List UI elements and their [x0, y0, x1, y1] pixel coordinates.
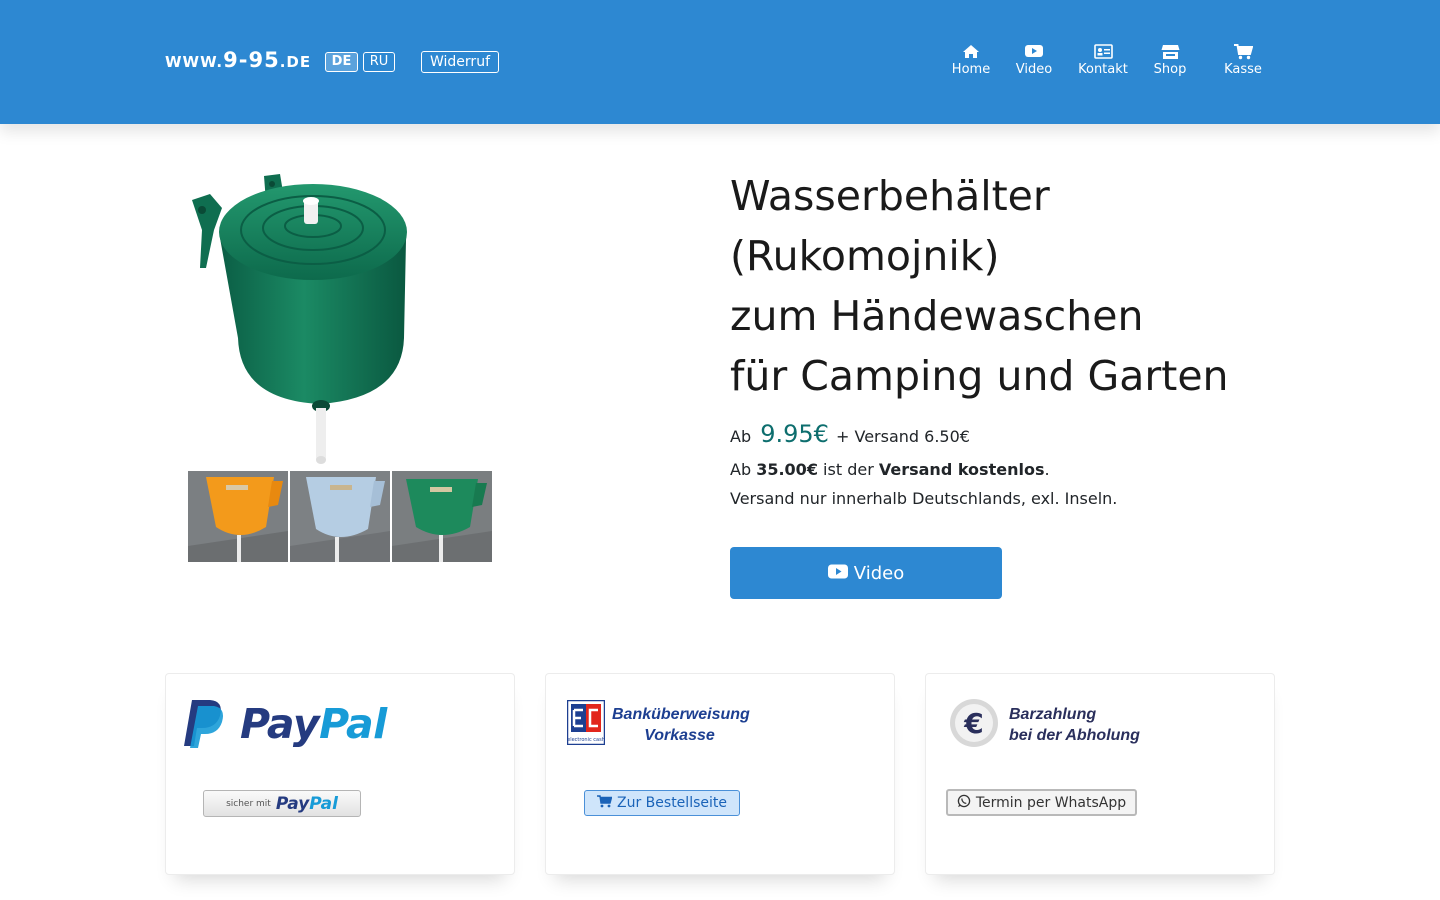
bank-transfer-title: Banküberweisung Vorkasse: [612, 704, 750, 746]
title-line-3: zum Händewaschen: [730, 292, 1144, 340]
nav-home[interactable]: Home: [936, 44, 1006, 77]
nav-kontakt-label: Kontakt: [1078, 62, 1128, 77]
whatsapp-icon: [957, 794, 971, 812]
cash-title-line-1: Barzahlung: [1009, 706, 1097, 723]
free-shipping-end: .: [1044, 460, 1050, 479]
free-shipping-highlight: Versand kostenlos: [878, 460, 1045, 479]
cart-icon: [1208, 44, 1278, 61]
nav-video[interactable]: Video: [999, 44, 1069, 77]
price-line: Ab 9.95€ + Versand 6.50€: [730, 420, 970, 448]
store-icon: [1135, 44, 1205, 61]
product-thumbnail-green[interactable]: [392, 471, 492, 562]
price-value: 9.95€: [760, 420, 829, 448]
top-header: www.9-95.de DE RU Widerruf Home Video Ko…: [0, 0, 1440, 124]
product-main-image[interactable]: [180, 168, 420, 470]
language-de-button[interactable]: DE: [325, 52, 358, 72]
logo-prefix: www.: [165, 53, 224, 71]
paypal-wordmark-part2: Pal: [319, 700, 387, 748]
free-shipping-middle: ist der: [823, 460, 874, 479]
nav-shop-label: Shop: [1153, 62, 1187, 77]
cash-pickup-title: Barzahlung bei der Abholung: [1009, 704, 1140, 746]
paypal-button-part1: Pay: [275, 793, 310, 814]
language-ru-button[interactable]: RU: [363, 52, 395, 72]
paypal-card: PayPal sicher mit PayPal: [165, 673, 515, 875]
title-line-1: Wasserbehälter: [730, 172, 1050, 220]
nav-home-label: Home: [951, 62, 991, 77]
nav-kasse[interactable]: Kasse: [1208, 44, 1278, 77]
cash-title-line-2: bei der Abholung: [1009, 727, 1140, 744]
cart-icon: [597, 794, 613, 812]
product-thumbnail-blue[interactable]: [290, 471, 390, 562]
nav-shop[interactable]: Shop: [1135, 44, 1205, 77]
ec-logo-text: electronic cash: [567, 737, 605, 743]
logo-suffix: .de: [279, 53, 312, 71]
whatsapp-appointment-button[interactable]: Termin per WhatsApp: [946, 789, 1137, 816]
product-title: Wasserbehälter (Rukomojnik) zum Händewas…: [730, 166, 1290, 406]
paypal-logo-icon: [182, 698, 226, 752]
title-line-2: (Rukomojnik): [730, 232, 1000, 280]
nav-kasse-label: Kasse: [1224, 62, 1262, 77]
paypal-button-part2: Pal: [309, 793, 338, 814]
title-line-4: für Camping und Garten: [730, 352, 1229, 400]
paypal-button-small-text: sicher mit: [226, 798, 271, 809]
shipping-note: Versand nur innerhalb Deutschlands, exl.…: [730, 489, 1118, 508]
home-icon: [936, 44, 1006, 61]
nav-kontakt[interactable]: Kontakt: [1068, 44, 1138, 77]
paypal-wordmark: PayPal: [240, 700, 387, 748]
free-shipping-line: Ab 35.00€ ist der Versand kostenlos.: [730, 460, 1050, 480]
widerruf-button[interactable]: Widerruf: [421, 51, 499, 73]
paypal-wordmark-part1: Pay: [240, 700, 320, 748]
shipping-cost: + Versand 6.50€: [836, 427, 970, 446]
whatsapp-button-label: Termin per WhatsApp: [975, 794, 1127, 811]
youtube-icon: [999, 44, 1069, 61]
bank-transfer-card: electronic cash Banküberweisung Vorkasse…: [545, 673, 895, 875]
order-page-button-label: Zur Bestellseite: [617, 795, 727, 811]
bank-title-line-2: Vorkasse: [644, 727, 715, 744]
video-button-label: Video: [853, 562, 905, 584]
nav-video-label: Video: [1015, 62, 1053, 77]
logo-main: 9-95: [223, 48, 280, 72]
price-prefix: Ab: [730, 427, 752, 446]
euro-coin-icon: €: [949, 698, 999, 752]
paypal-checkout-button[interactable]: sicher mit PayPal: [203, 790, 361, 817]
youtube-icon: [827, 563, 848, 584]
video-button[interactable]: Video: [730, 547, 1002, 599]
svg-text:€: €: [963, 707, 983, 740]
cash-pickup-card: € Barzahlung bei der Abholung Termin per…: [925, 673, 1275, 875]
bank-title-line-1: Banküberweisung: [612, 706, 750, 723]
ec-electronic-cash-icon: electronic cash: [566, 699, 606, 749]
contact-card-icon: [1068, 44, 1138, 61]
site-logo[interactable]: www.9-95.de: [165, 48, 311, 72]
order-page-button[interactable]: Zur Bestellseite: [584, 790, 740, 816]
product-thumbnail-orange[interactable]: [188, 471, 288, 562]
free-shipping-prefix: Ab: [730, 460, 752, 479]
free-shipping-threshold: 35.00€: [756, 460, 818, 479]
